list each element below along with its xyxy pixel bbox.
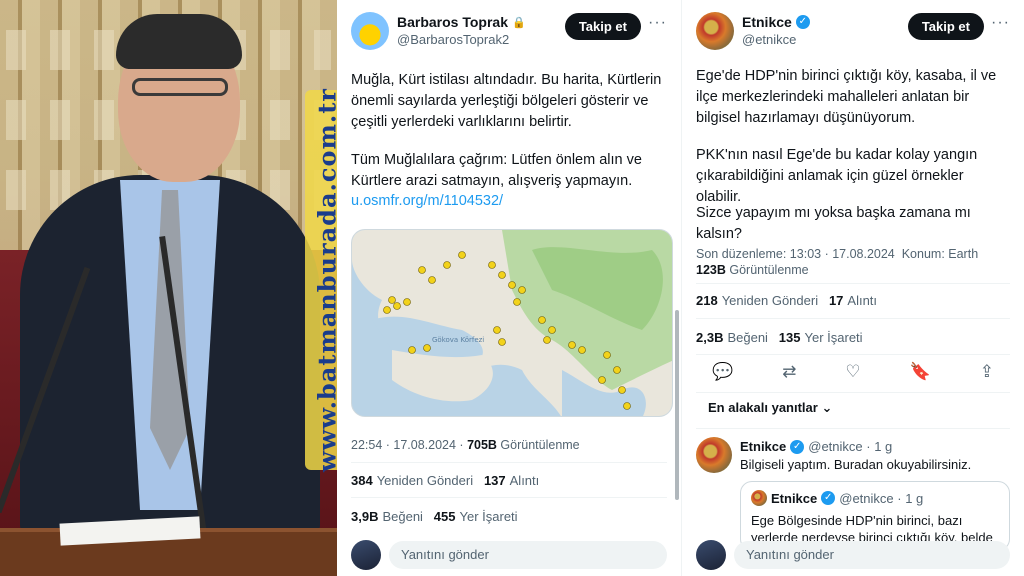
views-count: 705B xyxy=(467,438,497,452)
reply-author[interactable]: Etnikce ✓ @etnikce · 1 g xyxy=(740,439,892,454)
tweet-panel-etnikce: Etnikce ✓ @etnikce Takip et ··· Ege'de H… xyxy=(682,0,1024,576)
svg-text:Gökova Körfezi: Gökova Körfezi xyxy=(432,336,484,344)
divider xyxy=(696,392,1010,393)
verified-badge-icon: ✓ xyxy=(790,439,805,454)
tweet-header: Etnikce ✓ @etnikce Takip et ··· xyxy=(696,12,1010,52)
quotes-count[interactable]: 17 xyxy=(829,293,843,308)
map-svg: Gökova Körfezi xyxy=(352,230,672,416)
reposts-label[interactable]: Yeniden Gönderi xyxy=(722,293,818,308)
reposts-count[interactable]: 384 xyxy=(351,473,373,488)
views-count: 123B xyxy=(696,263,726,277)
likes-label[interactable]: Beğeni xyxy=(727,330,767,345)
tweet-panel-barbaros: Barbaros Toprak 🔒 @BarbarosToprak2 Takip… xyxy=(337,0,682,576)
reply-author-name[interactable]: Etnikce xyxy=(740,439,786,454)
avatar[interactable] xyxy=(351,12,389,50)
lock-icon: 🔒 xyxy=(512,16,526,29)
share-icon[interactable]: ⇪ xyxy=(980,362,994,386)
divider xyxy=(351,462,667,463)
like-stats: 3,9B Beğeni 455 Yer İşareti xyxy=(351,509,518,524)
bookmarks-count[interactable]: 135 xyxy=(779,330,801,345)
avatar[interactable] xyxy=(696,12,734,50)
display-name[interactable]: Etnikce ✓ xyxy=(742,14,810,30)
quote-handle: @etnikce · 1 g xyxy=(839,490,924,506)
reply-icon[interactable]: 💬 xyxy=(712,362,733,386)
tweet-text: Ege'de HDP'nin birinci çıktığı köy, kasa… xyxy=(696,68,997,126)
reply-bar: Yanıtını gönder xyxy=(696,540,1010,570)
location: Konum: Earth xyxy=(901,247,979,261)
quotes-label[interactable]: Alıntı xyxy=(510,473,540,488)
user-avatar[interactable] xyxy=(351,540,381,570)
likes-count[interactable]: 2,3B xyxy=(696,330,723,345)
tweet-actions: 💬 ⇄ ♡ 🔖 ⇪ xyxy=(712,362,994,386)
tweet-meta: 22:54 · 17.08.2024 · 705B Görüntülenme xyxy=(351,438,580,452)
avatar xyxy=(751,490,767,506)
tweet-text: Tüm Muğlalılara çağrım: Lütfen önlem alı… xyxy=(351,152,642,189)
divider xyxy=(696,354,1010,355)
user-handle[interactable]: @etnikce xyxy=(742,32,796,47)
tweet-link[interactable]: u.osmfr.org/m/1104532/ xyxy=(351,191,667,212)
views-label: Görüntülenme xyxy=(729,263,809,277)
verified-badge-icon: ✓ xyxy=(795,15,810,29)
display-name-text[interactable]: Etnikce xyxy=(742,14,792,30)
bookmarks-label[interactable]: Yer İşareti xyxy=(805,330,863,345)
divider xyxy=(351,497,667,498)
reply-item[interactable]: Etnikce ✓ @etnikce · 1 g Bilgiseli yaptı… xyxy=(696,437,1010,551)
tweet-timestamp[interactable]: 22:54 · 17.08.2024 · xyxy=(351,438,467,452)
reply-text: Bilgiseli yaptım. Buradan okuyabilirsini… xyxy=(740,457,972,472)
tweet-text: PKK'nın nasıl Ege'de bu kadar kolay yang… xyxy=(696,147,978,205)
reply-bar: Yanıtını gönder xyxy=(351,540,667,570)
more-icon[interactable]: ··· xyxy=(648,14,667,32)
bookmarks-label[interactable]: Yer İşareti xyxy=(460,509,518,524)
repost-stats: 384 Yeniden Gönderi 137 Alıntı xyxy=(351,473,539,488)
user-handle[interactable]: @BarbarosToprak2 xyxy=(397,32,509,47)
likes-count[interactable]: 3,9B xyxy=(351,509,378,524)
speaker-hair xyxy=(116,14,242,69)
divider xyxy=(696,428,1010,429)
reposts-count[interactable]: 218 xyxy=(696,293,718,308)
bookmarks-count[interactable]: 455 xyxy=(434,509,456,524)
reply-handle[interactable]: @etnikce · 1 g xyxy=(808,439,892,454)
speaker-glasses xyxy=(132,78,228,96)
display-name-text[interactable]: Barbaros Toprak xyxy=(397,14,508,30)
avatar[interactable] xyxy=(696,437,732,473)
reply-input[interactable]: Yanıtını gönder xyxy=(389,541,667,569)
tweet-header: Barbaros Toprak 🔒 @BarbarosToprak2 Takip… xyxy=(351,12,667,52)
chevron-down-icon[interactable]: ⌄ xyxy=(821,400,832,415)
like-icon[interactable]: ♡ xyxy=(845,362,860,386)
retweet-icon[interactable]: ⇄ xyxy=(782,362,796,386)
follow-button[interactable]: Takip et xyxy=(564,13,641,40)
verified-badge-icon: ✓ xyxy=(821,491,836,505)
quotes-label[interactable]: Alıntı xyxy=(847,293,877,308)
quote-author-name: Etnikce xyxy=(771,490,818,506)
user-avatar[interactable] xyxy=(696,540,726,570)
repost-stats: 218 Yeniden Gönderi 17 Alıntı xyxy=(696,293,877,308)
speaker-photo xyxy=(0,0,337,576)
like-stats: 2,3B Beğeni 135 Yer İşareti xyxy=(696,330,863,345)
display-name[interactable]: Barbaros Toprak 🔒 xyxy=(397,14,526,30)
more-icon[interactable]: ··· xyxy=(991,14,1010,32)
follow-button[interactable]: Takip et xyxy=(907,13,984,40)
sort-label[interactable]: En alakalı yanıtlar xyxy=(708,400,818,415)
tweet-text: Sizce yapayım mı yoksa başka zamana mı k… xyxy=(696,205,971,242)
views-label: Görüntülenme xyxy=(496,438,580,452)
quote-author: Etnikce ✓ @etnikce · 1 g xyxy=(751,490,999,506)
tweet-map-image[interactable]: Gökova Körfezi xyxy=(351,229,673,417)
quotes-count[interactable]: 137 xyxy=(484,473,506,488)
divider xyxy=(696,318,1010,319)
reply-sort-dropdown[interactable]: En alakalı yanıtlar ⌄ xyxy=(708,400,832,416)
reply-input[interactable]: Yanıtını gönder xyxy=(734,541,1010,569)
likes-label[interactable]: Beğeni xyxy=(382,509,422,524)
tweet-text: Muğla, Kürt istilası altındadır. Bu hari… xyxy=(351,72,662,130)
bookmark-icon[interactable]: 🔖 xyxy=(910,362,931,386)
divider xyxy=(696,283,1010,284)
edited-timestamp[interactable]: Son düzenleme: 13:03 · 17.08.2024 xyxy=(696,247,895,261)
tweet-meta: Son düzenleme: 13:03 · 17.08.2024 Konum:… xyxy=(696,246,1010,278)
scrollbar[interactable] xyxy=(675,310,679,500)
reposts-label[interactable]: Yeniden Gönderi xyxy=(377,473,473,488)
